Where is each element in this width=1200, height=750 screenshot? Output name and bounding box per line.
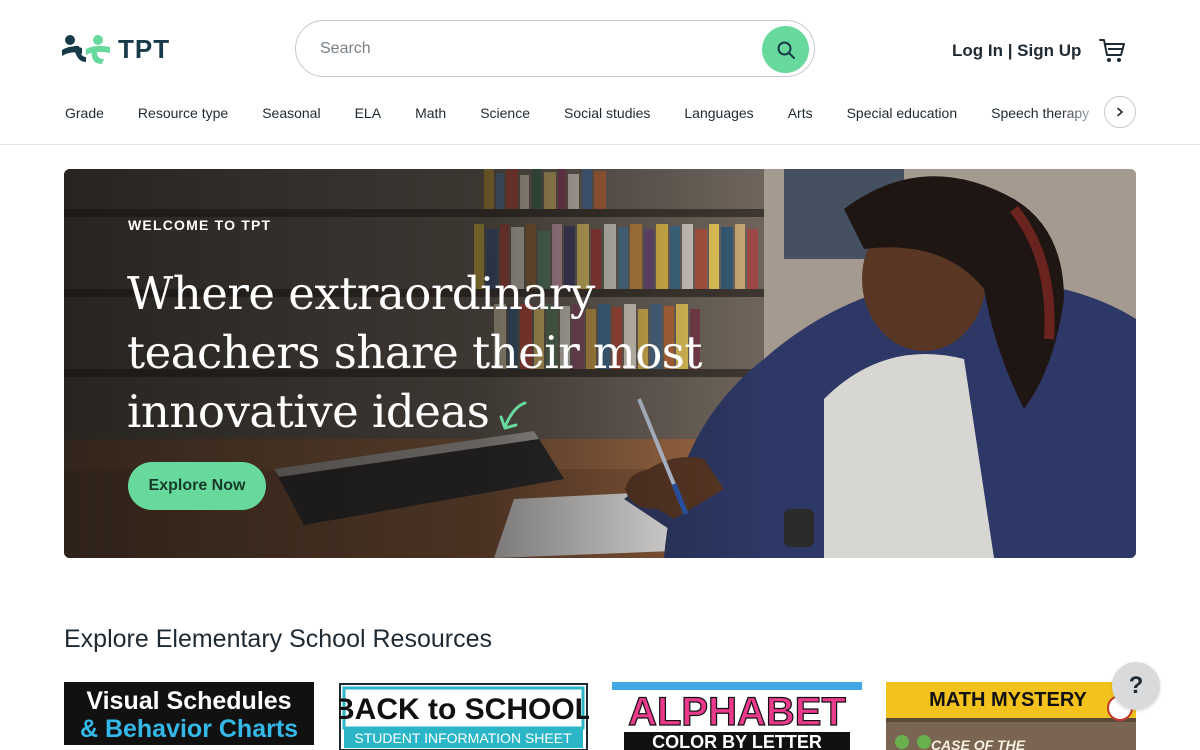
category-nav: Grade Resource type Seasonal ELA Math Sc… [65,94,1123,132]
resource-card-visual-schedules[interactable]: Visual Schedules & Behavior Charts [64,682,314,750]
search-bar [295,20,815,77]
nav-item-arts[interactable]: Arts [788,105,813,121]
nav-item-math[interactable]: Math [415,105,446,121]
card-2-line-2: STUDENT INFORMATION SHEET [354,730,572,746]
card-thumbnail: MATH MYSTERY CASE OF THE [886,682,1136,750]
resource-card-math-mystery[interactable]: MATH MYSTERY CASE OF THE [886,682,1136,750]
nav-item-ela[interactable]: ELA [355,105,381,121]
search-icon [777,41,795,59]
nav-item-social-studies[interactable]: Social studies [564,105,650,121]
explore-now-label: Explore Now [148,477,246,494]
tpt-logo[interactable]: TPT [60,32,170,66]
hero-title-text: Where extraordinary teachers share their… [127,267,702,438]
help-button[interactable]: ? [1112,662,1160,710]
hero-eyebrow: WELCOME TO TPT [128,217,272,233]
resource-cards: Visual Schedules & Behavior Charts BACK … [64,682,1136,750]
hero-title: Where extraordinary teachers share their… [127,264,727,441]
card-3-line-2: COLOR BY LETTER [652,732,822,750]
section-title: Explore Elementary School Resources [64,625,492,653]
explore-now-button[interactable]: Explore Now [128,462,266,510]
help-label: ? [1128,672,1144,699]
search-input[interactable] [320,35,740,63]
card-thumbnail: Visual Schedules & Behavior Charts [64,682,314,750]
card-3-line-1: ALPHABET [628,690,846,734]
nav-item-seasonal[interactable]: Seasonal [262,105,320,121]
nav-item-science[interactable]: Science [480,105,530,121]
nav-item-grade[interactable]: Grade [65,105,104,121]
hero-banner: WELCOME TO TPT Where extraordinary teach… [64,169,1136,558]
curved-arrow-icon [499,401,527,429]
resource-card-back-to-school[interactable]: BACK to SCHOOL STUDENT INFORMATION SHEET [339,682,589,750]
nav-item-special-education[interactable]: Special education [847,105,958,121]
nav-item-languages[interactable]: Languages [684,105,753,121]
card-1-line-2: & Behavior Charts [80,715,298,743]
nav-next-button[interactable] [1104,96,1136,128]
cart-icon [1099,39,1125,62]
site-header: TPT Log In | Sign Up Grade Resource type… [0,0,1200,145]
chevron-right-icon [1117,107,1123,117]
card-4-line-2: CASE OF THE [931,737,1026,750]
card-4-line-1: MATH MYSTERY [929,689,1087,711]
search-button[interactable] [762,26,809,73]
card-1-line-1: Visual Schedules [86,687,291,715]
logo-mark-icon [62,35,110,64]
card-thumbnail: BACK to SCHOOL STUDENT INFORMATION SHEET [339,682,589,750]
cart-button[interactable] [1098,37,1126,65]
nav-item-resource-type[interactable]: Resource type [138,105,228,121]
card-2-line-1: BACK to SCHOOL [339,693,589,726]
logo-text: TPT [118,33,171,64]
resource-card-alphabet[interactable]: ALPHABET COLOR BY LETTER [612,682,862,750]
login-signup-label: Log In | Sign Up [952,41,1082,60]
card-thumbnail: ALPHABET COLOR BY LETTER [612,682,862,750]
login-signup-link[interactable]: Log In | Sign Up [952,41,1081,61]
